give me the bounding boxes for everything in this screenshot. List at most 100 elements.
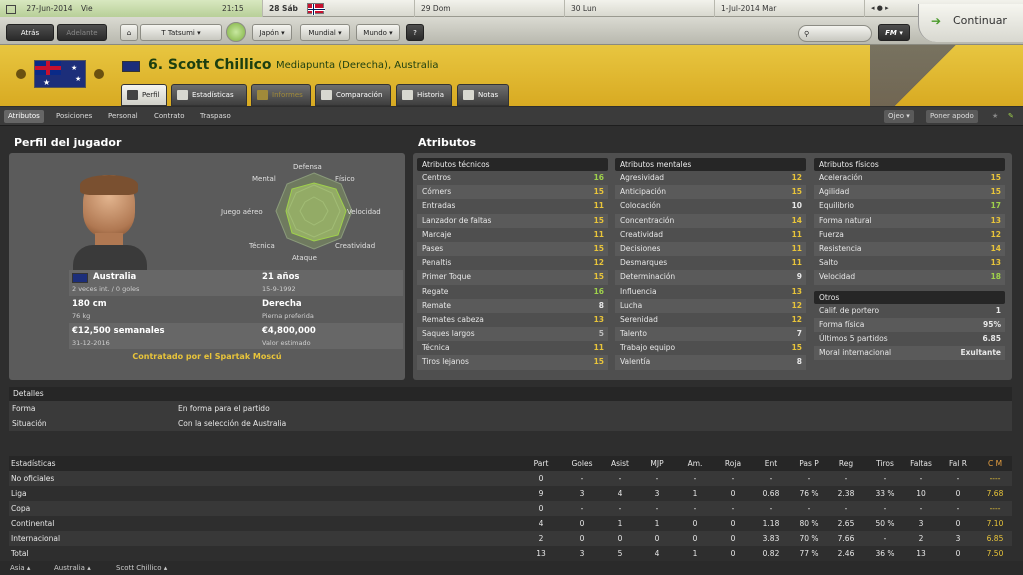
attribute-row[interactable]: Pases 15 — [417, 241, 608, 257]
edit-icon[interactable]: ✎ — [1004, 110, 1018, 123]
attribute-row[interactable]: Valentía 8 — [615, 355, 806, 370]
back-button[interactable]: Atrás — [6, 24, 54, 41]
subnav-attributes[interactable]: Atributos — [4, 110, 44, 123]
column-header[interactable]: Pas P — [789, 456, 829, 471]
subnav-contract[interactable]: Contrato — [150, 110, 189, 123]
attribute-row[interactable]: Centros 16 — [417, 171, 608, 185]
fm-menu[interactable]: FM ▾ — [878, 24, 910, 41]
attribute-row[interactable]: Velocidad 18 — [814, 270, 1005, 285]
date-cell-29[interactable]: 29 Dom — [414, 0, 564, 17]
subnav-positions[interactable]: Posiciones — [52, 110, 96, 123]
world-menu[interactable]: Mundo ▾ — [356, 24, 400, 41]
table-row[interactable]: No oficiales 0- - - - - - - - - - - ---- — [9, 471, 1012, 486]
date-cell-1jul[interactable]: 1-Jul-2014 Mar — [714, 0, 864, 17]
attribute-row[interactable]: Salto 13 — [814, 256, 1005, 270]
attribute-row[interactable]: Penaltis 12 — [417, 256, 608, 270]
breadcrumb-australia[interactable]: Australia ▴ — [54, 561, 91, 575]
column-header[interactable]: Faltas — [901, 456, 941, 471]
attribute-row[interactable]: Colocación 10 — [615, 199, 806, 213]
column-header[interactable]: Tiros — [865, 456, 905, 471]
column-header[interactable]: Part — [521, 456, 561, 471]
contracted-by[interactable]: Contratado por el Spartak Moscú — [9, 352, 405, 361]
column-header[interactable]: Ent — [751, 456, 791, 471]
tab-profile[interactable]: Perfil — [121, 84, 167, 106]
attribute-row[interactable]: Influencia 13 — [615, 285, 806, 299]
scout-menu[interactable]: Ojeo ▾ — [884, 110, 914, 123]
column-header[interactable]: Roja — [713, 456, 753, 471]
attribute-row[interactable]: Marcaje 11 — [417, 228, 608, 242]
star-icon[interactable]: ★ — [988, 110, 1002, 123]
table-row[interactable]: Liga 9 3 4 3 1 0 0.68 76 % 2.38 33 % 10 0 7.68 — [9, 486, 1012, 501]
subnav-transfer[interactable]: Traspaso — [196, 110, 235, 123]
attribute-row[interactable]: Aceleración 15 — [814, 171, 1005, 185]
japan-menu[interactable]: Japón ▾ — [252, 24, 292, 41]
tab-reports[interactable]: Informes — [251, 84, 311, 106]
column-header[interactable]: C M — [975, 456, 1015, 471]
continue-button[interactable]: ➔ Continuar — [918, 4, 1023, 42]
date-cell-28[interactable]: 28 Sáb — [262, 0, 414, 17]
tab-compare[interactable]: Comparación — [315, 84, 391, 106]
attribute-row[interactable]: Calif. de portero 1 — [814, 304, 1005, 318]
table-row[interactable]: Continental 4 0 1 1 0 0 1.18 80 % 2.65 50 % 3 0 7.10 — [9, 516, 1012, 531]
attribute-row[interactable]: Serenidad 12 — [615, 313, 806, 327]
tab-notes[interactable]: Notas — [457, 84, 509, 106]
date-cell-30[interactable]: 30 Lun — [564, 0, 714, 17]
manager-menu[interactable]: T Tatsumi ▾ — [140, 24, 222, 41]
attribute-row[interactable]: Regate 16 — [417, 285, 608, 299]
attribute-row[interactable]: Decisiones 11 — [615, 241, 806, 257]
attribute-row[interactable]: Desmarques 11 — [615, 256, 806, 270]
attribute-row[interactable]: Talento 7 — [615, 327, 806, 342]
tab-stats[interactable]: Estadísticas — [171, 84, 247, 106]
attribute-row[interactable]: Remates cabeza 13 — [417, 313, 608, 327]
table-row[interactable]: Copa 0- - - - - - - - - - - ---- — [9, 501, 1012, 516]
search-input[interactable]: ⚲ — [798, 25, 872, 42]
attribute-row[interactable]: Córners 15 — [417, 185, 608, 200]
attribute-row[interactable]: Forma natural 13 — [814, 213, 1005, 228]
attribute-row[interactable]: Últimos 5 partidos 6.85 — [814, 332, 1005, 346]
notification-icon[interactable] — [226, 22, 246, 42]
attribute-row[interactable]: Agilidad 15 — [814, 185, 1005, 200]
attribute-row[interactable]: Forma física 95% — [814, 317, 1005, 332]
column-header[interactable]: Fal R — [938, 456, 978, 471]
help-icon[interactable]: ? — [406, 24, 424, 41]
subnav-personal[interactable]: Personal — [104, 110, 142, 123]
table-row[interactable]: Total 13 3 5 4 1 0 0.82 77 % 2.46 36 % 13 0 7.50 — [9, 546, 1012, 561]
attribute-row[interactable]: Agresividad 12 — [615, 171, 806, 185]
attribute-row[interactable]: Fuerza 12 — [814, 228, 1005, 242]
current-date-cell[interactable]: 27-Jun-2014 Vie 21:15 — [0, 0, 262, 17]
column-header[interactable]: Asist — [600, 456, 640, 471]
prev-player-icon[interactable] — [16, 69, 26, 79]
forward-button[interactable]: Adelante — [57, 24, 107, 41]
attribute-row[interactable]: Entradas 11 — [417, 199, 608, 213]
attribute-row[interactable]: Moral internacional Exultante — [814, 346, 1005, 361]
table-cell: - — [655, 474, 659, 483]
attribute-row[interactable]: Primer Toque 15 — [417, 270, 608, 285]
attribute-row[interactable]: Trabajo equipo 15 — [615, 341, 806, 355]
home-icon[interactable]: ⌂ — [120, 24, 138, 41]
attribute-row[interactable]: Lanzador de faltas 15 — [417, 213, 608, 228]
attribute-row[interactable]: Remate 8 — [417, 298, 608, 313]
attribute-row[interactable]: Saques largos 5 — [417, 327, 608, 342]
nation-name[interactable]: Australia — [93, 272, 136, 282]
attribute-row[interactable]: Creatividad 11 — [615, 228, 806, 242]
attribute-row[interactable]: Lucha 12 — [615, 298, 806, 313]
attribute-row[interactable]: Resistencia 14 — [814, 241, 1005, 257]
attribute-row[interactable]: Tiros lejanos 15 — [417, 355, 608, 370]
column-header[interactable]: Reg — [826, 456, 866, 471]
date-scroll-controls[interactable]: ◂ ● ▸ — [864, 0, 918, 17]
worldcup-menu[interactable]: Mundial ▾ — [300, 24, 350, 41]
column-header[interactable]: Am. — [675, 456, 715, 471]
next-player-icon[interactable] — [94, 69, 104, 79]
nickname-button[interactable]: Poner apodo — [926, 110, 978, 123]
attribute-row[interactable]: Anticipación 15 — [615, 185, 806, 200]
column-header[interactable]: MJP — [637, 456, 677, 471]
attribute-row[interactable]: Determinación 9 — [615, 270, 806, 285]
attribute-row[interactable]: Técnica 11 — [417, 341, 608, 355]
table-row[interactable]: Internacional 2 0 0 0 0 0 3.83 70 % 7.66 - 2 3 6.85 — [9, 531, 1012, 546]
breadcrumb-asia[interactable]: Asia ▴ — [10, 561, 30, 575]
attribute-row[interactable]: Concentración 14 — [615, 213, 806, 228]
tab-history[interactable]: Historia — [396, 84, 452, 106]
column-header[interactable]: Goles — [562, 456, 602, 471]
breadcrumb-player[interactable]: Scott Chillico ▴ — [116, 561, 167, 575]
attribute-row[interactable]: Equilibrio 17 — [814, 199, 1005, 213]
